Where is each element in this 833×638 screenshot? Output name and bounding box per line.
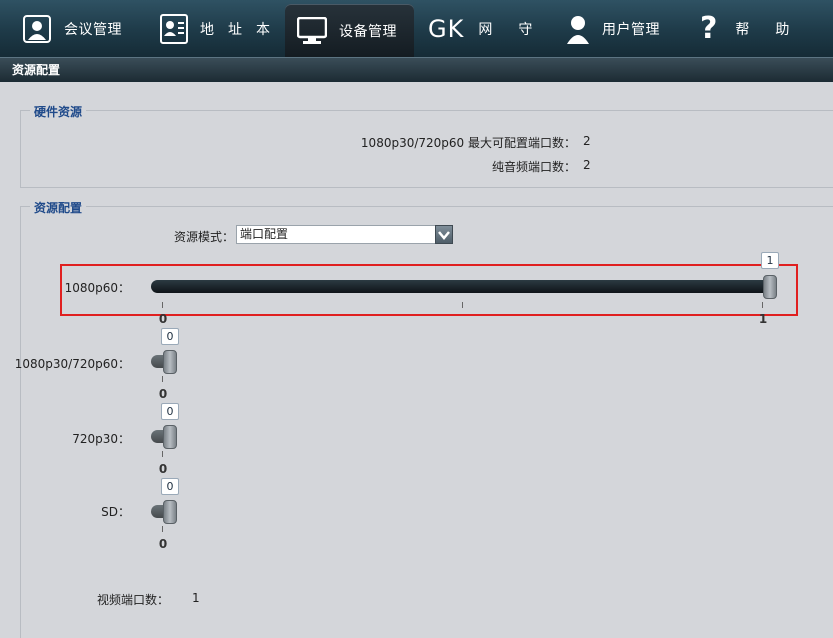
hardware-legend: 硬件资源 (30, 103, 87, 120)
top-nav: 会议管理 地址本 设备管理 GK 网守 用户管理 ? 帮助 (0, 0, 833, 57)
page-title: 资源配置 (0, 57, 833, 82)
slider-value-sd: 0 (161, 478, 179, 495)
mode-select[interactable]: 端口配置 (236, 225, 453, 244)
nav-device-management[interactable]: 设备管理 (285, 4, 414, 57)
mode-label: 资源模式： (174, 230, 235, 244)
nav-label: 设备管理 (339, 23, 397, 40)
slider-value-1080p30-720p60: 0 (161, 328, 179, 345)
slider-label-1080p60: 1080p60： (64, 281, 130, 295)
tick (162, 376, 163, 382)
hardware-resources-section: 硬件资源 1080p30/720p60 最大可配置端口数： 2 纯音频端口数： … (20, 103, 833, 188)
tick-label-min: 0 (158, 462, 168, 476)
slider-label-720p30: 720p30： (72, 432, 130, 446)
nav-help[interactable]: ? 帮助 (700, 0, 815, 57)
tick (462, 302, 463, 308)
nav-label: 地址本 (200, 21, 284, 38)
nav-label: 用户管理 (602, 21, 660, 38)
slider-label-sd: SD： (101, 505, 130, 519)
meeting-icon (22, 14, 52, 44)
chevron-down-icon[interactable] (435, 225, 453, 244)
slider-value-1080p60: 1 (761, 252, 779, 269)
slider-thumb-sd[interactable] (163, 500, 177, 524)
slider-thumb-1080p30-720p60[interactable] (163, 350, 177, 374)
max-port-label: 1080p30/720p60 最大可配置端口数： (360, 136, 576, 150)
help-icon: ? (700, 11, 718, 46)
tick (162, 451, 163, 457)
video-ports-value: 1 (192, 591, 200, 605)
audio-port-value: 2 (583, 158, 591, 172)
tick (762, 302, 763, 308)
mode-select-value: 端口配置 (240, 227, 289, 241)
tick-label-min: 0 (158, 387, 168, 401)
slider-thumb-1080p60[interactable] (763, 275, 777, 299)
slider-label-1080p30-720p60: 1080p30/720p60： (14, 357, 130, 371)
nav-label: 会议管理 (64, 21, 122, 38)
nav-label: 帮助 (735, 21, 816, 38)
user-icon (566, 14, 590, 44)
slider-value-720p30: 0 (161, 403, 179, 420)
monitor-icon (297, 16, 327, 45)
tick (162, 302, 163, 308)
nav-label: 网守 (478, 21, 559, 38)
audio-port-label: 纯音频端口数： (491, 160, 576, 174)
nav-gatekeeper[interactable]: GK 网守 (428, 0, 558, 57)
gk-icon: GK (428, 14, 465, 43)
nav-meeting-management[interactable]: 会议管理 (22, 0, 122, 57)
max-port-value: 2 (583, 134, 591, 148)
resource-legend: 资源配置 (30, 199, 87, 216)
addressbook-icon (160, 13, 188, 44)
content-area: 硬件资源 1080p30/720p60 最大可配置端口数： 2 纯音频端口数： … (0, 82, 833, 638)
tick-label-max: 1 (758, 312, 768, 326)
slider-track-1080p60[interactable] (151, 280, 777, 293)
tick-label-min: 0 (158, 312, 168, 326)
tick-label-min: 0 (158, 537, 168, 551)
nav-user-management[interactable]: 用户管理 (566, 0, 660, 57)
slider-thumb-720p30[interactable] (163, 425, 177, 449)
tick (162, 526, 163, 532)
nav-address-book[interactable]: 地址本 (160, 0, 284, 57)
video-ports-label: 视频端口数： (97, 593, 170, 607)
